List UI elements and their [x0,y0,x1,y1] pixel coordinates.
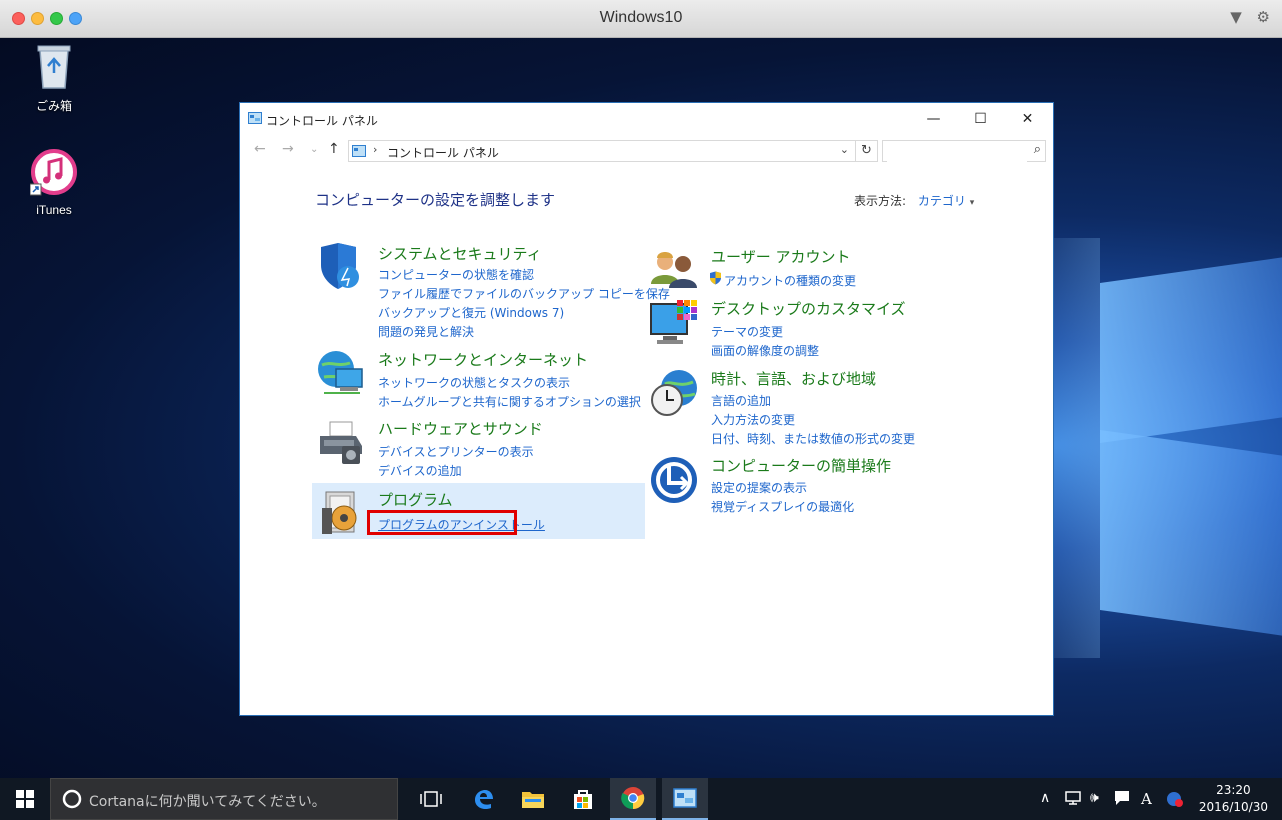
link-change-account-type[interactable]: アカウントの種類の変更 [724,272,856,289]
link-change-date-format[interactable]: 日付、時刻、または数値の形式の変更 [711,430,915,447]
link-file-history[interactable]: ファイル履歴でファイルのバックアップ コピーを保存 [378,285,670,302]
network-tray-icon[interactable] [1064,790,1082,810]
view-by: 表示方法: カテゴリ ▾ [854,192,974,209]
forward-arrow-icon[interactable]: → [282,141,294,157]
page-heading: コンピューターの設定を調整します [315,191,556,209]
address-row: ← → ⌄ ↑ › コントロール パネル › ⌄ ↻ ⌕ [240,139,1053,165]
chevron-up-icon[interactable]: ∧ [1040,790,1050,806]
window-title: コントロール パネル [266,114,378,128]
link-homegroup[interactable]: ホームグループと共有に関するオプションの選択 [378,393,641,410]
programs-icon [322,491,357,534]
cortana-placeholder: Cortanaに何か聞いてみてください。 [89,794,326,810]
link-check-status[interactable]: コンピューターの状態を確認 [378,266,534,283]
file-explorer-button[interactable] [510,778,556,820]
printer-icon [320,421,362,464]
edge-button[interactable] [460,778,506,820]
breadcrumb-chevron-icon[interactable]: › [373,143,377,156]
windows-logo-icon [16,790,34,808]
clock[interactable]: 23:20 2016/10/30 [1199,782,1268,816]
category-title[interactable]: 時計、言語、および地域 [711,368,876,389]
task-view-icon [420,791,442,807]
taskbar: Cortanaに何か聞いてみてください。 ∧ 🕪 A 23:20 2016/10… [0,778,1282,820]
category-title[interactable]: プログラム [378,489,453,510]
up-arrow-icon[interactable]: ↑ [328,141,340,157]
link-add-device[interactable]: デバイスの追加 [378,462,462,479]
annotation-highlight-box [367,510,517,535]
edge-icon [475,790,493,810]
store-icon [574,790,592,809]
back-arrow-icon[interactable]: ← [254,141,266,157]
cortana-search-box[interactable]: Cortanaに何か聞いてみてください。 [50,778,398,820]
viewby-dropdown[interactable]: カテゴリ [918,194,966,208]
notification-icon[interactable] [1114,790,1130,810]
recent-chevron-icon[interactable]: ⌄ [310,144,318,155]
windows-logo-lower [1100,429,1282,636]
network-icon [318,351,363,394]
desktop-icon-itunes[interactable]: iTunes [19,148,89,217]
viewby-label: 表示方法: [854,194,907,208]
link-devices-printers[interactable]: デバイスとプリンターの表示 [378,443,534,460]
link-add-language[interactable]: 言語の追加 [711,392,771,409]
shield-icon [321,243,359,289]
category-title[interactable]: ネットワークとインターネット [378,349,588,370]
link-network-status[interactable]: ネットワークの状態とタスクの表示 [378,374,570,391]
clock-time: 23:20 [1216,783,1251,797]
chrome-icon [621,787,645,810]
task-view-button[interactable] [408,778,454,820]
close-button[interactable]: ✕ [1004,103,1051,135]
search-box: ⌕ [882,140,1046,162]
monitor-icon [650,300,697,344]
address-bar[interactable]: › コントロール パネル › ⌄ [348,140,856,162]
category-title[interactable]: コンピューターの簡単操作 [711,455,891,476]
refresh-icon[interactable]: ↻ [856,140,878,162]
recycle-bin-label: ごみ箱 [35,99,72,113]
link-optimize-visual-display[interactable]: 視覚ディスプレイの最適化 [711,498,854,515]
users-icon [651,252,697,288]
recycle-bin-icon [37,45,71,89]
link-change-theme[interactable]: テーマの変更 [711,323,783,340]
control-panel-icon [352,145,366,157]
volume-icon[interactable]: 🕪 [1090,790,1099,806]
link-adjust-resolution[interactable]: 画面の解像度の調整 [711,342,819,359]
dropdown-arrow-icon[interactable]: ▾ [970,198,975,208]
window-titlebar[interactable]: コントロール パネル — ☐ ✕ [240,103,1053,135]
dropdown-triangle-icon[interactable]: ▼ [1230,8,1242,26]
link-recommendations[interactable]: 設定の提案の表示 [711,479,807,496]
clock-date: 2016/10/30 [1198,800,1268,814]
desktop-icon-recycle-bin[interactable]: ごみ箱 [19,42,89,114]
control-panel-taskbar-button[interactable] [662,778,708,820]
category-title[interactable]: ユーザー アカウント [711,246,850,267]
category-title[interactable]: ハードウェアとサウンド [378,418,543,439]
control-panel-window: コントロール パネル — ☐ ✕ ← → ⌄ ↑ › コントロール パネル › … [239,102,1054,716]
breadcrumb-chevron-icon[interactable]: › [479,143,483,156]
store-button[interactable] [560,778,606,820]
start-button[interactable] [0,778,50,820]
cortana-circle-icon [62,789,82,809]
address-dropdown-icon[interactable]: ⌄ [840,143,849,156]
clock-globe-icon [651,370,697,416]
vm-title: Windows10 [599,9,683,26]
minimize-button[interactable]: — [910,103,957,135]
sync-icon[interactable] [1166,790,1184,812]
windows-logo-upper [1100,256,1282,444]
maximize-button[interactable]: ☐ [957,103,1004,135]
search-icon[interactable]: ⌕ [1034,142,1041,157]
folder-icon [522,792,544,808]
control-panel-icon [248,112,262,124]
ime-indicator[interactable]: A [1141,790,1152,808]
gear-icon[interactable]: ⚙ [1257,8,1270,26]
itunes-icon [29,149,77,196]
link-troubleshoot[interactable]: 問題の発見と解決 [378,323,474,340]
mac-titlebar: Windows10 ▼ ⚙ [0,0,1282,38]
ease-of-access-icon [651,457,697,503]
search-input[interactable] [887,142,1027,162]
category-title[interactable]: デスクトップのカスタマイズ [711,298,906,319]
category-title[interactable]: システムとセキュリティ [378,243,542,264]
chrome-button[interactable] [610,778,656,820]
link-backup-restore[interactable]: バックアップと復元 (Windows 7) [378,304,564,321]
itunes-label: iTunes [36,203,72,217]
uac-shield-icon [709,270,722,289]
control-panel-icon [673,788,697,808]
link-change-input-method[interactable]: 入力方法の変更 [711,411,795,428]
